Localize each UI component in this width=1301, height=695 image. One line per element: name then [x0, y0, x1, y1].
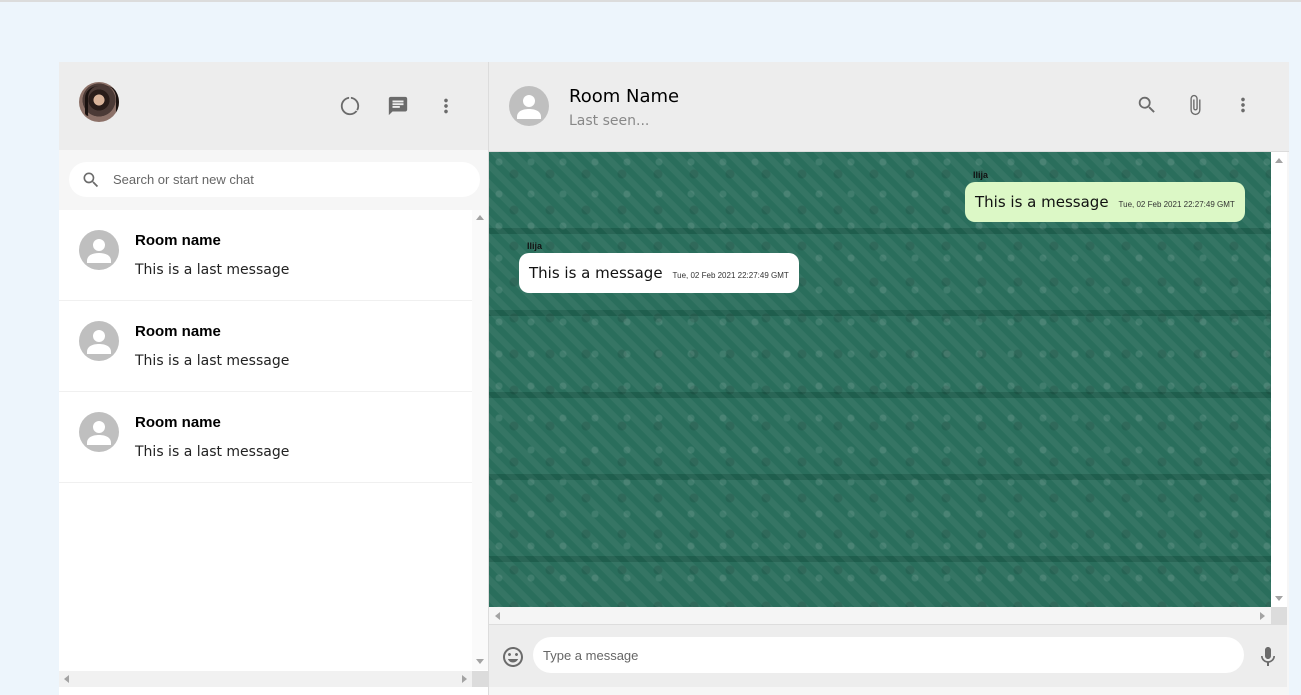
- last-seen: Last seen...: [569, 113, 650, 129]
- messages-area: Ilija This is a message Tue, 02 Feb 2021…: [489, 152, 1271, 607]
- message-input[interactable]: [543, 647, 1223, 663]
- search-box: [69, 162, 480, 197]
- status-icon[interactable]: [338, 94, 362, 118]
- scrollbar-corner: [1271, 607, 1287, 625]
- app-window: Room name This is a last message Room na…: [59, 62, 1289, 695]
- microphone-icon[interactable]: [1256, 645, 1280, 669]
- chat-last-message: This is a last message: [135, 353, 290, 369]
- scrollbar-corner: [472, 671, 488, 687]
- sidebar: Room name This is a last message Room na…: [59, 62, 489, 695]
- message-input-box: [533, 637, 1244, 673]
- sidebar-vertical-scrollbar[interactable]: [472, 210, 488, 670]
- sidebar-horizontal-scrollbar[interactable]: [59, 671, 473, 687]
- message-sender: Ilija: [973, 170, 989, 180]
- message-sent: Ilija This is a message Tue, 02 Feb 2021…: [965, 170, 1245, 222]
- room-avatar[interactable]: [509, 86, 549, 126]
- chat-list: Room name This is a last message Room na…: [59, 210, 473, 670]
- new-chat-icon[interactable]: [386, 94, 410, 118]
- message-received: Ilija This is a message Tue, 02 Feb 2021…: [519, 241, 799, 293]
- message-timestamp: Tue, 02 Feb 2021 22:27:49 GMT: [672, 270, 789, 280]
- avatar: [79, 412, 119, 452]
- avatar: [79, 321, 119, 361]
- chat-list-item[interactable]: Room name This is a last message: [59, 392, 473, 483]
- more-vert-icon[interactable]: [434, 94, 458, 118]
- chat-list-item[interactable]: Room name This is a last message: [59, 301, 473, 392]
- search-input[interactable]: [113, 172, 453, 187]
- user-avatar[interactable]: [79, 82, 119, 122]
- chat-name: Room name: [135, 232, 221, 249]
- avatar: [79, 230, 119, 270]
- top-border: [0, 0, 1301, 2]
- search-icon: [81, 170, 101, 190]
- chat-name: Room name: [135, 323, 221, 340]
- message-text: This is a message: [975, 193, 1109, 211]
- chat-name: Room name: [135, 414, 221, 431]
- message-composer: [489, 625, 1287, 687]
- chat-header-icons: [1135, 93, 1255, 117]
- search-container: [59, 150, 488, 210]
- message-bubble: This is a message Tue, 02 Feb 2021 22:27…: [965, 182, 1245, 222]
- sidebar-header: [59, 62, 488, 150]
- message-sender: Ilija: [527, 241, 543, 251]
- chat-panel: Room Name Last seen... Ilija This is a m…: [489, 62, 1289, 695]
- more-vert-icon[interactable]: [1231, 93, 1255, 117]
- attach-icon[interactable]: [1183, 93, 1207, 117]
- messages-vertical-scrollbar[interactable]: [1271, 152, 1287, 607]
- chat-last-message: This is a last message: [135, 262, 290, 278]
- message-timestamp: Tue, 02 Feb 2021 22:27:49 GMT: [1118, 199, 1235, 209]
- chat-list-item[interactable]: Room name This is a last message: [59, 210, 473, 301]
- messages-horizontal-scrollbar[interactable]: [489, 607, 1271, 625]
- message-text: This is a message: [529, 264, 663, 282]
- search-icon[interactable]: [1135, 93, 1159, 117]
- room-name: Room Name: [569, 86, 680, 107]
- chat-last-message: This is a last message: [135, 444, 290, 460]
- emoji-icon[interactable]: [501, 645, 525, 669]
- sidebar-header-icons: [338, 94, 458, 118]
- chat-header: Room Name Last seen...: [489, 62, 1289, 152]
- message-bubble: This is a message Tue, 02 Feb 2021 22:27…: [519, 253, 799, 293]
